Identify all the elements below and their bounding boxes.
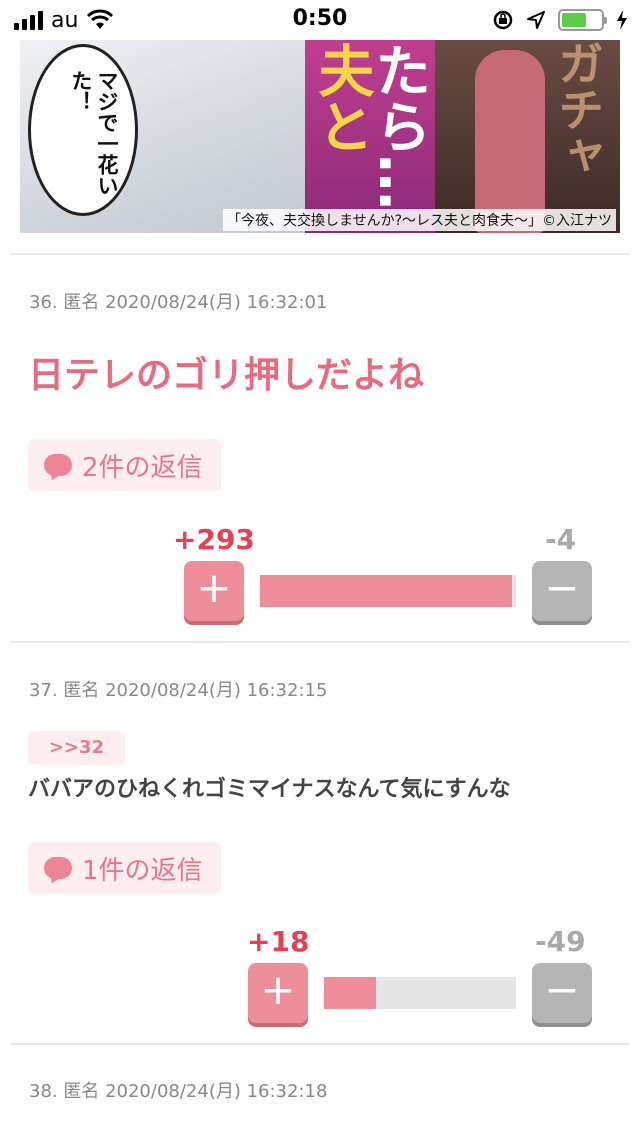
divider <box>10 1043 630 1045</box>
charging-icon <box>617 10 627 30</box>
reply-button[interactable]: 1件の返信 <box>28 842 221 894</box>
plus-vote-button[interactable]: + <box>184 561 244 621</box>
battery-icon <box>558 9 607 31</box>
reply-button[interactable]: 2件の返信 <box>28 439 221 491</box>
vote-ratio-bar <box>260 575 516 607</box>
reply-label: 1件の返信 <box>82 855 203 886</box>
manga-ad-banner[interactable]: マジで一花いた！ 夫と たら… ガチャ 「今夜、夫交換しませんか?〜レス夫と肉食… <box>20 40 620 233</box>
speech-bubble-text: マジで一花いた！ <box>69 70 119 196</box>
banner-sfx: ガチャ <box>551 40 605 178</box>
divider <box>10 253 630 255</box>
speech-bubble-icon <box>44 454 72 476</box>
woman-illustration <box>475 50 545 233</box>
speech-bubble-icon <box>44 857 72 879</box>
plus-vote-button[interactable]: + <box>248 963 308 1023</box>
comment-meta: 36. 匿名 2020/08/24(月) 16:32:01 <box>29 292 328 313</box>
comment-text: ババアのひねくれゴミマイナスなんて気にすんな <box>28 777 511 802</box>
rotation-lock-icon <box>493 10 513 30</box>
comment-meta: 38. 匿名 2020/08/24(月) 16:32:18 <box>29 1081 328 1102</box>
status-bar: au 0:50 <box>0 0 640 40</box>
minus-vote-button[interactable]: − <box>532 963 592 1023</box>
reply-anchor-link[interactable]: >>32 <box>28 731 125 765</box>
banner-title-1: 夫と <box>309 42 374 154</box>
minus-vote-button[interactable]: − <box>532 561 592 621</box>
minus-count: -4 <box>545 523 577 556</box>
plus-count: +293 <box>173 523 255 556</box>
minus-count: -49 <box>535 925 586 958</box>
vote-ratio-fill <box>260 575 513 607</box>
vote-ratio-fill <box>324 977 376 1009</box>
location-icon <box>527 11 545 29</box>
banner-title-2: たら… <box>366 42 431 210</box>
plus-count: +18 <box>247 925 310 958</box>
vote-ratio-bar <box>324 977 516 1009</box>
banner-caption: 「今夜、夫交換しませんか?〜レス夫と肉食夫〜」©入江ナツ <box>222 209 616 231</box>
reply-label: 2件の返信 <box>82 452 203 483</box>
comment-meta: 37. 匿名 2020/08/24(月) 16:32:15 <box>29 680 328 701</box>
comment-text: 日テレのゴリ押しだよね <box>28 355 425 396</box>
divider <box>10 641 630 643</box>
